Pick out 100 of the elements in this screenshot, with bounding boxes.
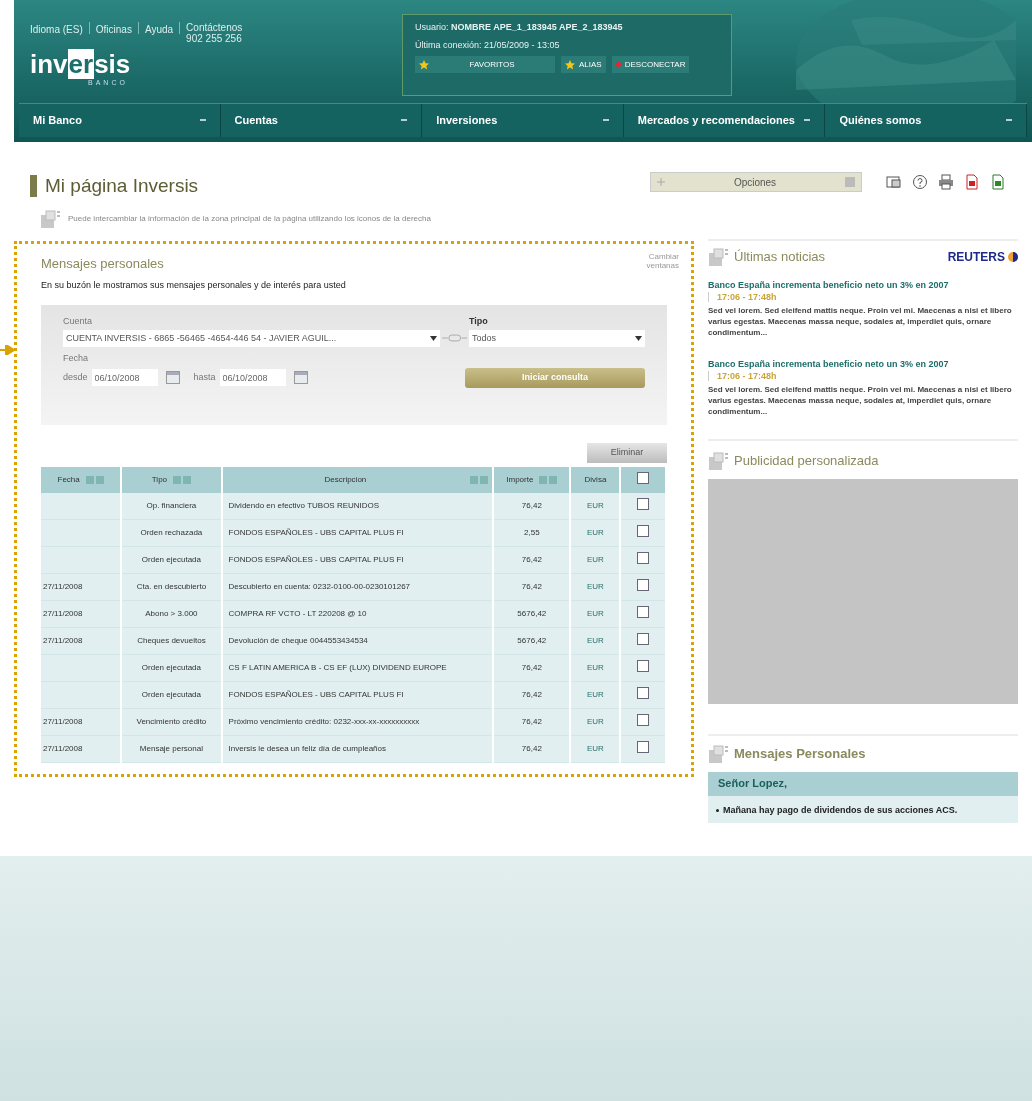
user-name: Usuario: NOMBRE APE_1_183945 APE_2_183945 bbox=[415, 21, 624, 34]
link-icon bbox=[441, 334, 467, 342]
table-cell: EUR bbox=[571, 600, 620, 628]
checkbox[interactable] bbox=[637, 524, 650, 537]
checkbox[interactable] bbox=[637, 551, 650, 564]
table-cell: EUR bbox=[571, 681, 620, 709]
plus-icon bbox=[657, 178, 665, 186]
table-cell: 27/11/2008 bbox=[41, 600, 121, 628]
excel-icon[interactable] bbox=[990, 174, 1006, 190]
nav-tab[interactable]: Mi Banco bbox=[19, 104, 221, 137]
section-title: Mensajes personales bbox=[41, 254, 164, 273]
options-dropdown[interactable]: Opciones bbox=[650, 172, 862, 192]
layout-icon bbox=[40, 208, 62, 229]
table-cell: EUR bbox=[571, 573, 620, 601]
table-cell: 76,42 bbox=[494, 492, 570, 520]
print-icon[interactable] bbox=[938, 174, 954, 190]
table-cell: Próximo vencimiento crédito: 0232-xxx-xx-xxxxxxxxxx bbox=[222, 708, 493, 736]
account-select[interactable]: CUENTA INVERSIS - 6865 -56465 -4654-446 54 - JAVIER AGUIL... bbox=[63, 330, 440, 347]
table-cell: 27/11/2008 bbox=[41, 735, 121, 763]
table-cell: FONDOS ESPAÑOLES - UBS CAPITAL PLUS FI bbox=[222, 519, 493, 547]
table-cell: COMPRA RF VCTO - LT 220208 @ 10 bbox=[222, 600, 493, 628]
news-time: 17:06 - 17:48h bbox=[717, 290, 777, 303]
date-field[interactable]: 06/10/2008 bbox=[91, 369, 158, 386]
table-cell: Orden rechazada bbox=[122, 519, 221, 547]
nav-tab[interactable]: Inversiones bbox=[422, 104, 624, 137]
checkbox[interactable] bbox=[637, 471, 650, 484]
column-header[interactable]: Fecha bbox=[41, 466, 121, 493]
help-icon[interactable] bbox=[912, 174, 928, 190]
table-cell: FONDOS ESPAÑOLES - UBS CAPITAL PLUS FI bbox=[222, 681, 493, 709]
header-button[interactable]: DESCONECTAR bbox=[611, 56, 690, 73]
table-cell: 5676,42 bbox=[494, 600, 570, 628]
star-icon bbox=[419, 59, 429, 70]
nav-tab[interactable]: Cuentas bbox=[220, 104, 423, 137]
table-cell: 27/11/2008 bbox=[41, 708, 121, 736]
news-body: Sed vel lorem. Sed eleifend mattis neque. Proin vel mi. Maecenas a nisi et libero varius egestas. Maecenas massa neque, sodales at, imperdiet quis, ornare condimentum... bbox=[708, 304, 1013, 338]
section-title: Últimas noticias bbox=[734, 247, 826, 266]
checkbox[interactable] bbox=[637, 632, 650, 645]
checkbox[interactable] bbox=[637, 578, 650, 591]
table-cell: 76,42 bbox=[494, 708, 570, 736]
intro-text: En su buzón le mostramos sus mensajes personales y de interés para usted bbox=[41, 279, 347, 292]
header-link[interactable]: Oficinas bbox=[95, 22, 132, 44]
table-cell: Orden ejecutada bbox=[122, 681, 221, 709]
checkbox[interactable] bbox=[637, 713, 650, 726]
news-headline[interactable]: Banco España incrementa beneficio neto un 3% en 2007 bbox=[708, 279, 949, 290]
table-cell: Abono > 3.000 bbox=[122, 600, 221, 628]
table-cell: EUR bbox=[571, 519, 620, 547]
layout-icon bbox=[708, 450, 730, 471]
column-header[interactable]: Descripcion bbox=[222, 466, 493, 493]
page-title: Mi página Inversis bbox=[45, 174, 199, 198]
layout-icon bbox=[708, 246, 730, 267]
checkbox[interactable] bbox=[637, 659, 650, 672]
section-title: Publicidad personalizada bbox=[734, 451, 879, 470]
table-cell: Mensaje personal bbox=[122, 735, 221, 763]
table-cell: Inversis le desea un feliz día de cumpleaños bbox=[222, 735, 493, 763]
field-label: Tipo bbox=[468, 314, 489, 328]
checkbox[interactable] bbox=[637, 497, 650, 510]
column-header[interactable]: Divisa bbox=[571, 466, 620, 493]
table-cell: EUR bbox=[571, 735, 620, 763]
header-button[interactable]: ALIAS bbox=[561, 56, 606, 73]
news-headline[interactable]: Banco España incrementa beneficio neto un 3% en 2007 bbox=[708, 358, 949, 369]
type-select[interactable]: Todos bbox=[468, 330, 645, 347]
header-link[interactable]: Idioma (ES) bbox=[30, 22, 83, 44]
header-button[interactable]: FAVORITOS bbox=[415, 56, 555, 73]
nav-tab[interactable]: Quiénes somos bbox=[825, 104, 1027, 137]
table-cell: FONDOS ESPAÑOLES - UBS CAPITAL PLUS FI bbox=[222, 546, 493, 574]
message-item: Mañana hay pago de dividendos de sus acciones ACS. bbox=[723, 803, 958, 817]
column-header[interactable]: Importe bbox=[494, 466, 570, 493]
delete-button[interactable]: Eliminar bbox=[587, 442, 667, 463]
hint-text: Puede intercambiar la información de la zona principal de la página utilizando los iconos de la derecha bbox=[68, 212, 431, 225]
news-body: Sed vel lorem. Sed eleifend mattis neque. Proin vel mi. Maecenas a nisi et libero varius egestas. Maecenas massa neque, sodales at, imperdiet quis, ornare condimentum... bbox=[708, 383, 1013, 417]
checkbox[interactable] bbox=[637, 740, 650, 753]
field-label: Cuenta bbox=[63, 314, 94, 328]
field-label: Fecha bbox=[63, 352, 89, 365]
window-icon[interactable] bbox=[886, 174, 902, 190]
table-cell: 76,42 bbox=[494, 654, 570, 682]
table-cell: CS F LATIN AMERICA B - CS EF (LUX) DIVIDEND EUROPE bbox=[222, 654, 493, 682]
table-cell: EUR bbox=[571, 708, 620, 736]
table-cell: 76,42 bbox=[494, 573, 570, 601]
table-cell: EUR bbox=[571, 546, 620, 574]
table-cell: EUR bbox=[571, 492, 620, 520]
phone-number: 902 255 256 bbox=[186, 33, 243, 44]
table-cell: 76,42 bbox=[494, 735, 570, 763]
nav-tab[interactable]: Mercados y recomendaciones bbox=[623, 104, 826, 137]
date-field[interactable]: 06/10/2008 bbox=[219, 369, 286, 386]
table-cell: Cta. en descubierto bbox=[122, 573, 221, 601]
checkbox[interactable] bbox=[637, 605, 650, 618]
title-marker bbox=[30, 175, 37, 198]
column-header[interactable]: Tipo bbox=[122, 466, 221, 493]
header-link[interactable]: Contáctenos bbox=[186, 22, 243, 33]
checkbox[interactable] bbox=[637, 686, 650, 699]
table-cell: Vencimiento crédito bbox=[122, 708, 221, 736]
field-label: desde bbox=[63, 370, 88, 384]
table-cell: Dividendo en efectivo TUBOS REUNIDOS bbox=[222, 492, 493, 520]
field-label: hasta bbox=[193, 370, 216, 384]
header-link[interactable]: Ayuda bbox=[144, 22, 174, 44]
table-cell: Orden ejecutada bbox=[122, 546, 221, 574]
bullet-icon bbox=[716, 808, 719, 812]
table-cell: EUR bbox=[571, 654, 620, 682]
table-cell: Op. financiera bbox=[122, 492, 221, 520]
pdf-icon[interactable] bbox=[964, 174, 980, 190]
